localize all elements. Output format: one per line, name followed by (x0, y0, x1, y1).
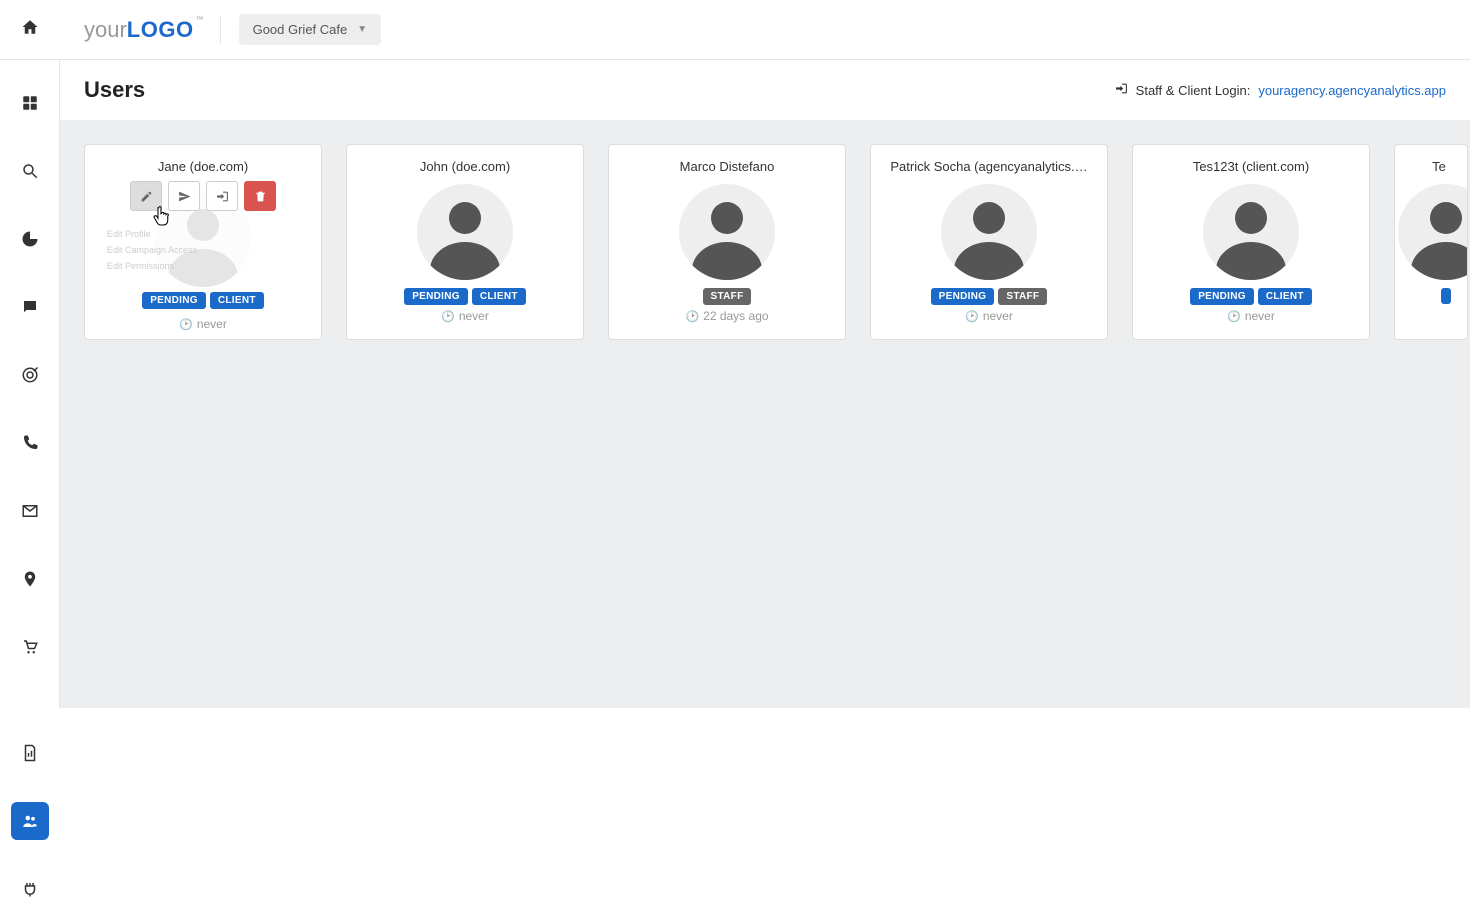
logo-tm: ™ (196, 15, 204, 24)
last-seen-text: never (1245, 309, 1275, 323)
sidebar-item-calls[interactable] (11, 424, 49, 462)
badge-partial (1441, 288, 1451, 304)
last-seen: 🕑 never (441, 309, 489, 323)
last-seen-text: never (983, 309, 1013, 323)
card-action-row (130, 181, 276, 211)
user-name: Tes123t (client.com) (1193, 159, 1309, 174)
sidebar-item-reports[interactable] (11, 734, 49, 772)
user-card[interactable]: Jane (doe.com) (84, 144, 322, 340)
badge-client: CLIENT (472, 288, 526, 305)
home-icon[interactable] (21, 18, 39, 41)
ghost-menu-item: Edit Campaign Access (107, 245, 197, 255)
user-card-partial[interactable]: Te (1394, 144, 1468, 340)
sidebar-item-search[interactable] (11, 152, 49, 190)
app-header: yourLOGO™ Good Grief Cafe ▼ (0, 0, 1470, 60)
badge-pending: PENDING (404, 288, 468, 305)
last-seen: 🕑 never (1227, 309, 1275, 323)
body: Users Staff & Client Login: youragency.a… (0, 60, 1470, 708)
badges: PENDING CLIENT (404, 288, 526, 305)
avatar-icon (1398, 184, 1468, 280)
card-hover-overlay: Edit Profile Edit Campaign Access Edit P… (85, 181, 321, 301)
user-card[interactable]: Patrick Socha (agencyanalytics.… PENDING… (870, 144, 1108, 340)
user-card[interactable]: Tes123t (client.com) PENDING CLIENT 🕑 ne… (1132, 144, 1370, 340)
delete-button[interactable] (244, 181, 276, 211)
sidebar-item-ecommerce[interactable] (11, 628, 49, 666)
avatar-icon (679, 184, 775, 280)
campaign-select[interactable]: Good Grief Cafe ▼ (239, 14, 382, 45)
app-logo: yourLOGO™ (84, 17, 202, 43)
ghost-menu: Edit Profile Edit Campaign Access Edit P… (107, 229, 197, 271)
ghost-menu-item: Edit Permissions (107, 261, 197, 271)
sidebar-item-target[interactable] (11, 356, 49, 394)
login-url-link[interactable]: youragency.agencyanalytics.app (1258, 83, 1446, 98)
logo-bold: LOGO (127, 17, 194, 43)
user-name: Marco Distefano (680, 159, 775, 174)
clock-icon: 🕑 (1227, 310, 1241, 323)
sidebar-item-messages[interactable] (11, 288, 49, 326)
send-button[interactable] (168, 181, 200, 211)
clock-icon: 🕑 (965, 310, 979, 323)
badges: PENDING CLIENT (1190, 288, 1312, 305)
login-as-button[interactable] (206, 181, 238, 211)
content: Jane (doe.com) (60, 120, 1470, 708)
user-card[interactable]: John (doe.com) PENDING CLIENT 🕑 never (346, 144, 584, 340)
badges: PENDING CLIENT (85, 292, 321, 309)
clock-icon: 🕑 (685, 310, 699, 323)
user-card[interactable]: Marco Distefano STAFF 🕑 22 days ago (608, 144, 846, 340)
caret-down-icon: ▼ (357, 24, 367, 35)
logo-prefix: your (84, 17, 127, 43)
avatar-icon (941, 184, 1037, 280)
badge-staff: STAFF (703, 288, 752, 305)
avatar-icon (1203, 184, 1299, 280)
last-seen: 🕑 never (965, 309, 1013, 323)
sidebar-group-bottom (11, 734, 49, 908)
badges: PENDING STAFF (931, 288, 1048, 305)
badge-pending: PENDING (1190, 288, 1254, 305)
header-separator (220, 16, 221, 44)
last-seen: 🕑 never (85, 317, 321, 331)
badge-client: CLIENT (210, 292, 264, 309)
badges: STAFF (703, 288, 752, 305)
badge-pending: PENDING (931, 288, 995, 305)
badge-client: CLIENT (1258, 288, 1312, 305)
user-name: Te (1432, 159, 1446, 174)
last-seen-text: never (459, 309, 489, 323)
sidebar-group-top (11, 84, 49, 666)
campaign-select-label: Good Grief Cafe (253, 22, 348, 37)
sidebar (0, 60, 60, 708)
last-seen-text: 22 days ago (703, 309, 768, 323)
main: Users Staff & Client Login: youragency.a… (60, 60, 1470, 708)
sidebar-item-analytics[interactable] (11, 220, 49, 258)
cursor-hand-icon (152, 205, 170, 232)
sidebar-item-users[interactable] (11, 802, 49, 840)
login-info: Staff & Client Login: youragency.agencya… (1115, 82, 1446, 98)
badges (1441, 288, 1451, 304)
user-cards-row: Jane (doe.com) (84, 144, 1446, 340)
badge-staff: STAFF (998, 288, 1047, 305)
avatar-icon (417, 184, 513, 280)
page-title: Users (84, 77, 145, 103)
clock-icon: 🕑 (441, 310, 455, 323)
sidebar-item-email[interactable] (11, 492, 49, 530)
page-head: Users Staff & Client Login: youragency.a… (60, 60, 1470, 120)
sidebar-item-integrations[interactable] (11, 870, 49, 908)
header-home-slot (0, 18, 60, 41)
login-icon (1115, 82, 1128, 98)
user-name: John (doe.com) (420, 159, 510, 174)
login-label: Staff & Client Login: (1136, 83, 1251, 98)
last-seen: 🕑 22 days ago (685, 309, 768, 323)
user-name: Jane (doe.com) (158, 159, 248, 174)
sidebar-item-dashboard[interactable] (11, 84, 49, 122)
badge-pending: PENDING (142, 292, 206, 309)
last-seen-text: never (197, 317, 227, 331)
clock-icon: 🕑 (179, 318, 193, 331)
user-name: Patrick Socha (agencyanalytics.… (890, 159, 1087, 174)
sidebar-item-location[interactable] (11, 560, 49, 598)
